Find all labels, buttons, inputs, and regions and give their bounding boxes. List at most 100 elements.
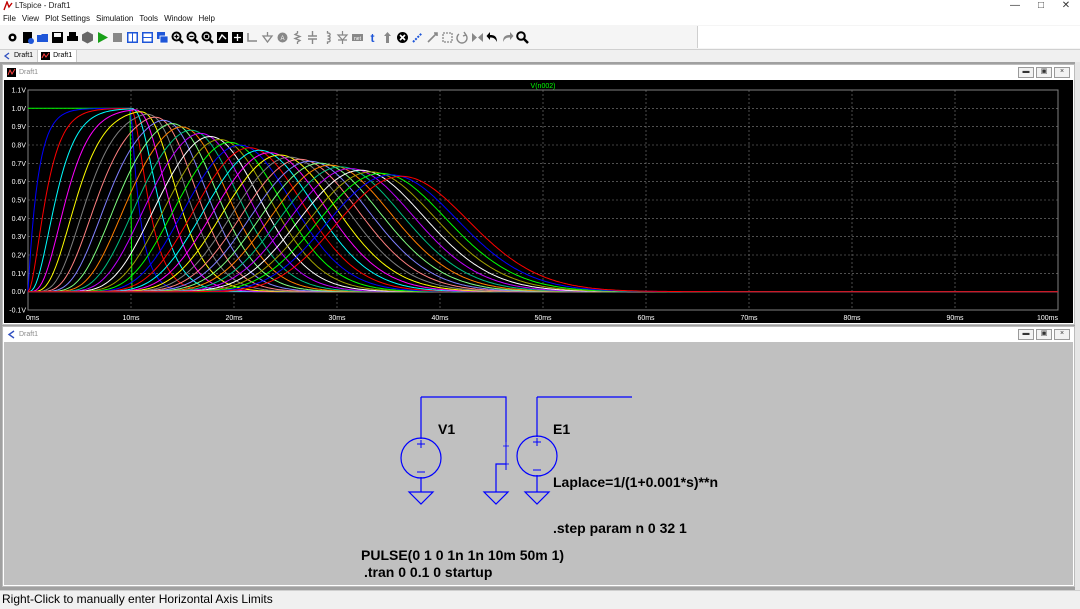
component-icon[interactable]: net xyxy=(350,29,364,45)
find-icon[interactable] xyxy=(515,29,529,45)
step-directive[interactable]: .step param n 0 32 1 xyxy=(553,520,687,536)
x-tick-label: 30ms xyxy=(328,315,346,322)
tab-schematic-draft1[interactable]: Draft1 xyxy=(0,50,39,62)
control-panel-icon[interactable] xyxy=(80,29,94,45)
schematic-window-titlebar[interactable]: Draft1 ▬ ▣ × xyxy=(3,327,1074,341)
capacitor-icon[interactable] xyxy=(305,29,319,45)
plot-pane[interactable]: 0ms 10ms 20ms 30ms 40ms 50ms 60ms 70ms 80ms 90ms 1… xyxy=(4,80,1073,323)
restore-icon[interactable]: ▣ xyxy=(1036,329,1052,340)
print-icon[interactable] xyxy=(65,29,79,45)
menu-window[interactable]: Window xyxy=(161,13,195,25)
toolbar-empty-area xyxy=(697,26,1080,48)
maximize-icon[interactable]: □ xyxy=(1029,0,1053,12)
y-tick-label: 0.6V xyxy=(12,179,27,186)
y-tick-label: 1.1V xyxy=(12,88,27,95)
move-icon[interactable] xyxy=(425,29,439,45)
ground-icon[interactable] xyxy=(260,29,274,45)
v1-label[interactable]: V1 xyxy=(438,421,455,437)
zoom-out-icon[interactable] xyxy=(185,29,199,45)
wire[interactable] xyxy=(495,463,506,492)
x-tick-label: 50ms xyxy=(534,315,552,322)
wire[interactable] xyxy=(421,396,507,442)
zoom-in-icon[interactable] xyxy=(170,29,184,45)
tile-horizontal-icon[interactable] xyxy=(125,29,139,45)
document-tabs: Draft1 Draft1 xyxy=(0,50,1080,62)
x-tick-label: 60ms xyxy=(637,315,655,322)
autorange-icon[interactable] xyxy=(215,29,229,45)
y-tick-label: 0.4V xyxy=(12,216,27,223)
waveform-plot[interactable]: 0ms 10ms 20ms 30ms 40ms 50ms 60ms 70ms 80ms 90ms 1… xyxy=(4,80,1073,323)
restore-icon[interactable]: ▣ xyxy=(1036,67,1052,78)
redo-icon[interactable] xyxy=(500,29,514,45)
y-tick-label: 0.3V xyxy=(12,234,27,241)
schematic-drawing[interactable]: V1 E1 Laplace=1/(1+0.001*s)**n .step par… xyxy=(4,342,1073,585)
waveform-window-titlebar[interactable]: Draft1 ▬ ▣ × xyxy=(3,65,1074,79)
x-tick-label: 40ms xyxy=(431,315,449,322)
x-tick-label: 20ms xyxy=(225,315,243,322)
window-title: LTspice - Draft1 xyxy=(15,1,71,10)
menu-file[interactable]: File xyxy=(0,13,19,25)
menu-bar: File View Plot Settings Simulation Tools… xyxy=(0,13,1080,25)
save-icon[interactable] xyxy=(50,29,64,45)
x-tick-label: 10ms xyxy=(122,315,140,322)
schematic-window: Draft1 ▬ ▣ × V1 E1 Laplace=1/(1+0.001*s)… xyxy=(2,326,1075,587)
new-schematic-icon[interactable] xyxy=(20,29,34,45)
resistor-icon[interactable] xyxy=(290,29,304,45)
tile-vertical-icon[interactable] xyxy=(140,29,154,45)
ground-icon[interactable] xyxy=(482,491,510,505)
side-strip xyxy=(1075,62,1080,590)
close-icon[interactable]: × xyxy=(1054,67,1070,78)
drag-icon[interactable] xyxy=(440,29,454,45)
inductor-icon[interactable] xyxy=(320,29,334,45)
rotate-icon[interactable] xyxy=(455,29,469,45)
minimize-icon[interactable]: — xyxy=(1003,0,1027,12)
ground-icon[interactable] xyxy=(407,491,435,505)
voltage-source-v1[interactable] xyxy=(400,437,442,479)
waveform-window-title: Draft1 xyxy=(19,68,39,76)
cascade-icon[interactable] xyxy=(155,29,169,45)
series-line-n4 xyxy=(28,109,1058,293)
halt-icon[interactable] xyxy=(110,29,124,45)
y-tick-label: 0.8V xyxy=(12,143,27,150)
menu-simulation[interactable]: Simulation xyxy=(93,13,136,25)
toolbar-buttons: Anet t xyxy=(5,28,529,46)
title-bar: LTspice - Draft1 — □ ✕ xyxy=(0,0,1080,13)
delete-icon[interactable] xyxy=(395,29,409,45)
y-tick-label: 0.9V xyxy=(12,124,27,131)
spice-directive-icon[interactable] xyxy=(380,29,394,45)
minimize-icon[interactable]: ▬ xyxy=(1018,329,1034,340)
ltspice-app-icon xyxy=(3,1,13,11)
close-icon[interactable]: ✕ xyxy=(1054,0,1078,12)
vcvs-e1[interactable] xyxy=(503,435,558,477)
open-icon[interactable] xyxy=(35,29,49,45)
zoom-full-icon[interactable] xyxy=(200,29,214,45)
waveform-icon xyxy=(7,67,16,77)
duplicate-icon[interactable] xyxy=(410,29,424,45)
waveform-window: Draft1 ▬ ▣ × 0ms 10ms 20ms 30ms 40ms 50ms 60ms… xyxy=(2,64,1075,325)
svg-text:A: A xyxy=(280,36,284,42)
ground-icon[interactable] xyxy=(523,491,551,505)
run-icon[interactable] xyxy=(95,29,109,45)
wire-icon[interactable] xyxy=(245,29,259,45)
menu-plot-settings[interactable]: Plot Settings xyxy=(42,13,93,25)
menu-view[interactable]: View xyxy=(19,13,42,25)
undo-icon[interactable] xyxy=(485,29,499,45)
pulse-value[interactable]: PULSE(0 1 0 1n 1n 10m 50m 1) xyxy=(361,547,564,563)
tab-waveform-draft1[interactable]: Draft1 xyxy=(38,50,78,62)
laplace-expression[interactable]: Laplace=1/(1+0.001*s)**n xyxy=(553,474,718,490)
tab-label: Draft1 xyxy=(14,52,34,59)
settings-icon[interactable] xyxy=(5,29,19,45)
menu-tools[interactable]: Tools xyxy=(136,13,161,25)
schematic-canvas[interactable]: V1 E1 Laplace=1/(1+0.001*s)**n .step par… xyxy=(4,342,1073,585)
close-icon[interactable]: × xyxy=(1054,329,1070,340)
minimize-icon[interactable]: ▬ xyxy=(1018,67,1034,78)
diode-icon[interactable] xyxy=(335,29,349,45)
mirror-icon[interactable] xyxy=(470,29,484,45)
pan-icon[interactable] xyxy=(230,29,244,45)
menu-help[interactable]: Help xyxy=(196,13,218,25)
svg-text:net: net xyxy=(354,36,362,42)
label-icon[interactable]: A xyxy=(275,29,289,45)
tran-directive[interactable]: .tran 0 0.1 0 startup xyxy=(364,564,492,580)
e1-label[interactable]: E1 xyxy=(553,421,570,437)
text-icon[interactable]: t xyxy=(365,29,379,45)
